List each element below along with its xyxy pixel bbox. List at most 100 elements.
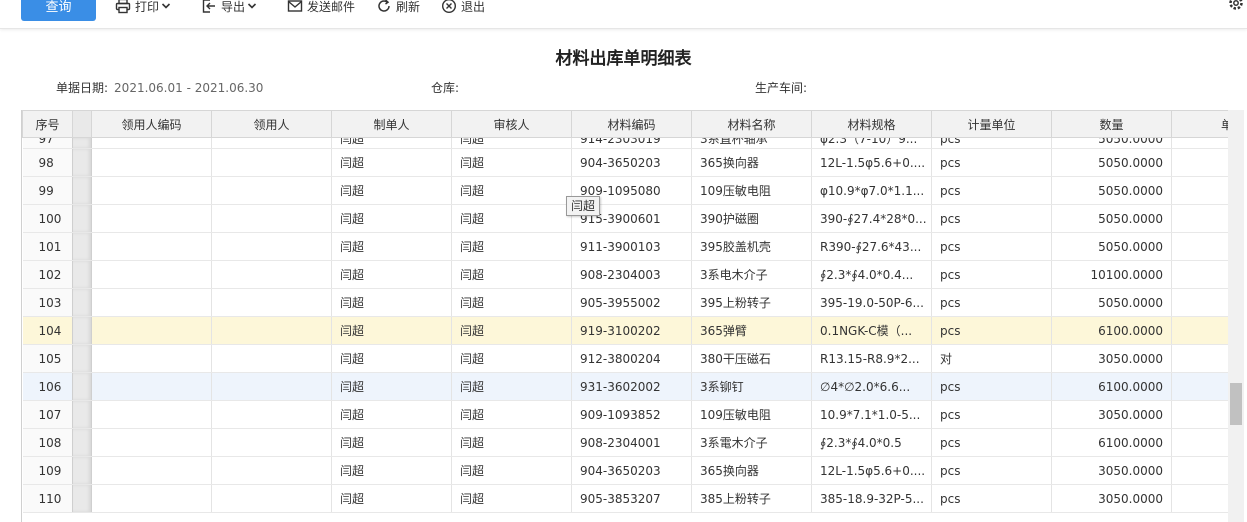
unit-cell[interactable]: pcs bbox=[931, 137, 1052, 149]
recipient-cell[interactable] bbox=[211, 176, 332, 205]
recipient-code-cell[interactable] bbox=[91, 484, 212, 513]
material-name-cell[interactable]: 365换向器 bbox=[691, 456, 812, 485]
row-number-cell[interactable]: 105 bbox=[22, 344, 73, 373]
unit-cell[interactable]: pcs bbox=[931, 232, 1052, 261]
price-cell[interactable] bbox=[1171, 484, 1229, 513]
material-spec-cell[interactable]: φ10.9*φ7.0*1.1... bbox=[811, 176, 932, 205]
material-code-cell[interactable]: 905-3955002 bbox=[571, 288, 692, 317]
auditor-cell[interactable]: 闫超 bbox=[451, 316, 572, 345]
recipient-code-cell[interactable] bbox=[91, 400, 212, 429]
table-row[interactable]: 108 闫超 闫超 908-2304001 3系電木介子 ∮2.3*∮4.0*0.5 pcs… bbox=[22, 428, 1229, 457]
material-spec-cell[interactable]: 390-∮27.4*28*0... bbox=[811, 204, 932, 233]
material-code-cell[interactable]: 909-1093852 bbox=[571, 400, 692, 429]
material-name-cell[interactable]: 109压敏电阻 bbox=[691, 176, 812, 205]
table-row[interactable]: 110 闫超 闫超 905-3853207 385上粉转子 385-18.9-32P-5.… bbox=[22, 484, 1229, 513]
material-code-cell[interactable]: 919-3100202 bbox=[571, 316, 692, 345]
recipient-cell[interactable] bbox=[211, 400, 332, 429]
quantity-cell[interactable]: 10100.0000 bbox=[1051, 260, 1172, 289]
recipient-cell[interactable] bbox=[211, 204, 332, 233]
auditor-cell[interactable]: 闫超 bbox=[451, 288, 572, 317]
row-number-cell[interactable]: 109 bbox=[22, 456, 73, 485]
recipient-cell[interactable] bbox=[211, 137, 332, 149]
column-header[interactable]: 数量 bbox=[1051, 110, 1172, 138]
material-code-cell[interactable]: 914-2303019 bbox=[571, 137, 692, 149]
table-row[interactable]: 109 闫超 闫超 904-3650203 365换向器 12L-1.5φ5.6+0...… bbox=[22, 456, 1229, 485]
unit-cell[interactable]: 对 bbox=[931, 344, 1052, 373]
price-cell[interactable] bbox=[1171, 260, 1229, 289]
material-code-cell[interactable]: 905-3853207 bbox=[571, 484, 692, 513]
quantity-cell[interactable]: 5050.0000 bbox=[1051, 288, 1172, 317]
quantity-cell[interactable]: 5050.0000 bbox=[1051, 232, 1172, 261]
quantity-cell[interactable]: 5050.0000 bbox=[1051, 176, 1172, 205]
price-cell[interactable] bbox=[1171, 288, 1229, 317]
table-row[interactable]: 103 闫超 闫超 905-3955002 395上粉转子 395-19.0-50P-6.… bbox=[22, 288, 1229, 317]
material-spec-cell[interactable]: φ2.3（7-10）9... bbox=[811, 137, 932, 149]
maker-cell[interactable]: 闫超 bbox=[331, 137, 452, 149]
material-spec-cell[interactable]: ∅4*∅2.0*6.6... bbox=[811, 372, 932, 401]
material-spec-cell[interactable]: 0.1NGK-C模（... bbox=[811, 316, 932, 345]
material-name-cell[interactable]: 395胶盖机壳 bbox=[691, 232, 812, 261]
recipient-code-cell[interactable] bbox=[91, 372, 212, 401]
recipient-code-cell[interactable] bbox=[91, 148, 212, 177]
table-row[interactable]: 107 闫超 闫超 909-1093852 109压敏电阻 10.9*7.1*1.0-5.… bbox=[22, 400, 1229, 429]
recipient-code-cell[interactable] bbox=[91, 344, 212, 373]
price-cell[interactable] bbox=[1171, 148, 1229, 177]
material-code-cell[interactable]: 912-3800204 bbox=[571, 344, 692, 373]
unit-cell[interactable]: pcs bbox=[931, 204, 1052, 233]
row-number-cell[interactable]: 101 bbox=[22, 232, 73, 261]
column-header[interactable]: 单 bbox=[1171, 110, 1229, 138]
column-header[interactable]: 材料编码 bbox=[571, 110, 692, 138]
auditor-cell[interactable]: 闫超 bbox=[451, 148, 572, 177]
unit-cell[interactable]: pcs bbox=[931, 176, 1052, 205]
material-name-cell[interactable]: 3系电木介子 bbox=[691, 260, 812, 289]
column-header[interactable]: 计量单位 bbox=[931, 110, 1052, 138]
unit-cell[interactable]: pcs bbox=[931, 316, 1052, 345]
quantity-cell[interactable]: 3050.0000 bbox=[1051, 456, 1172, 485]
row-number-cell[interactable]: 99 bbox=[22, 176, 73, 205]
table-row[interactable]: 99 闫超 闫超 909-1095080 109压敏电阻 φ10.9*φ7.0*1.1..… bbox=[22, 176, 1229, 205]
recipient-cell[interactable] bbox=[211, 288, 332, 317]
price-cell[interactable] bbox=[1171, 204, 1229, 233]
row-number-cell[interactable]: 108 bbox=[22, 428, 73, 457]
material-code-cell[interactable]: 911-3900103 bbox=[571, 232, 692, 261]
query-button[interactable]: 查询 bbox=[21, 0, 96, 21]
scrollbar-thumb[interactable] bbox=[1230, 383, 1242, 425]
price-cell[interactable] bbox=[1171, 232, 1229, 261]
material-name-cell[interactable]: 109压敏电阻 bbox=[691, 400, 812, 429]
recipient-cell[interactable] bbox=[211, 456, 332, 485]
unit-cell[interactable]: pcs bbox=[931, 400, 1052, 429]
send-email-button[interactable]: 发送邮件 bbox=[287, 0, 355, 16]
recipient-code-cell[interactable] bbox=[91, 428, 212, 457]
price-cell[interactable] bbox=[1171, 428, 1229, 457]
material-spec-cell[interactable]: 385-18.9-32P-5... bbox=[811, 484, 932, 513]
unit-cell[interactable]: pcs bbox=[931, 148, 1052, 177]
auditor-cell[interactable]: 闫超 bbox=[451, 204, 572, 233]
quantity-cell[interactable]: 6100.0000 bbox=[1051, 372, 1172, 401]
refresh-button[interactable]: 刷新 bbox=[376, 0, 420, 16]
price-cell[interactable] bbox=[1171, 344, 1229, 373]
column-header[interactable]: 材料规格 bbox=[811, 110, 932, 138]
material-name-cell[interactable]: 3系直杯轴承 bbox=[691, 137, 812, 149]
material-spec-cell[interactable]: 10.9*7.1*1.0-5... bbox=[811, 400, 932, 429]
material-code-cell[interactable]: 904-3650203 bbox=[571, 456, 692, 485]
material-name-cell[interactable]: 385上粉转子 bbox=[691, 484, 812, 513]
price-cell[interactable] bbox=[1171, 400, 1229, 429]
quantity-cell[interactable]: 5050.0000 bbox=[1051, 137, 1172, 149]
quantity-cell[interactable]: 3050.0000 bbox=[1051, 344, 1172, 373]
quantity-cell[interactable]: 3050.0000 bbox=[1051, 484, 1172, 513]
recipient-code-cell[interactable] bbox=[91, 288, 212, 317]
unit-cell[interactable]: pcs bbox=[931, 428, 1052, 457]
recipient-code-cell[interactable] bbox=[91, 456, 212, 485]
material-name-cell[interactable]: 3系電木介子 bbox=[691, 428, 812, 457]
unit-cell[interactable]: pcs bbox=[931, 260, 1052, 289]
row-number-cell[interactable]: 106 bbox=[22, 372, 73, 401]
vertical-scrollbar[interactable] bbox=[1228, 110, 1244, 522]
maker-cell[interactable]: 闫超 bbox=[331, 288, 452, 317]
unit-cell[interactable]: pcs bbox=[931, 372, 1052, 401]
table-row[interactable]: 104 闫超 闫超 919-3100202 365弹臂 0.1NGK-C模（... pcs 6… bbox=[22, 316, 1229, 345]
recipient-cell[interactable] bbox=[211, 316, 332, 345]
row-number-cell[interactable]: 98 bbox=[22, 148, 73, 177]
maker-cell[interactable]: 闫超 bbox=[331, 428, 452, 457]
unit-cell[interactable]: pcs bbox=[931, 484, 1052, 513]
recipient-cell[interactable] bbox=[211, 372, 332, 401]
